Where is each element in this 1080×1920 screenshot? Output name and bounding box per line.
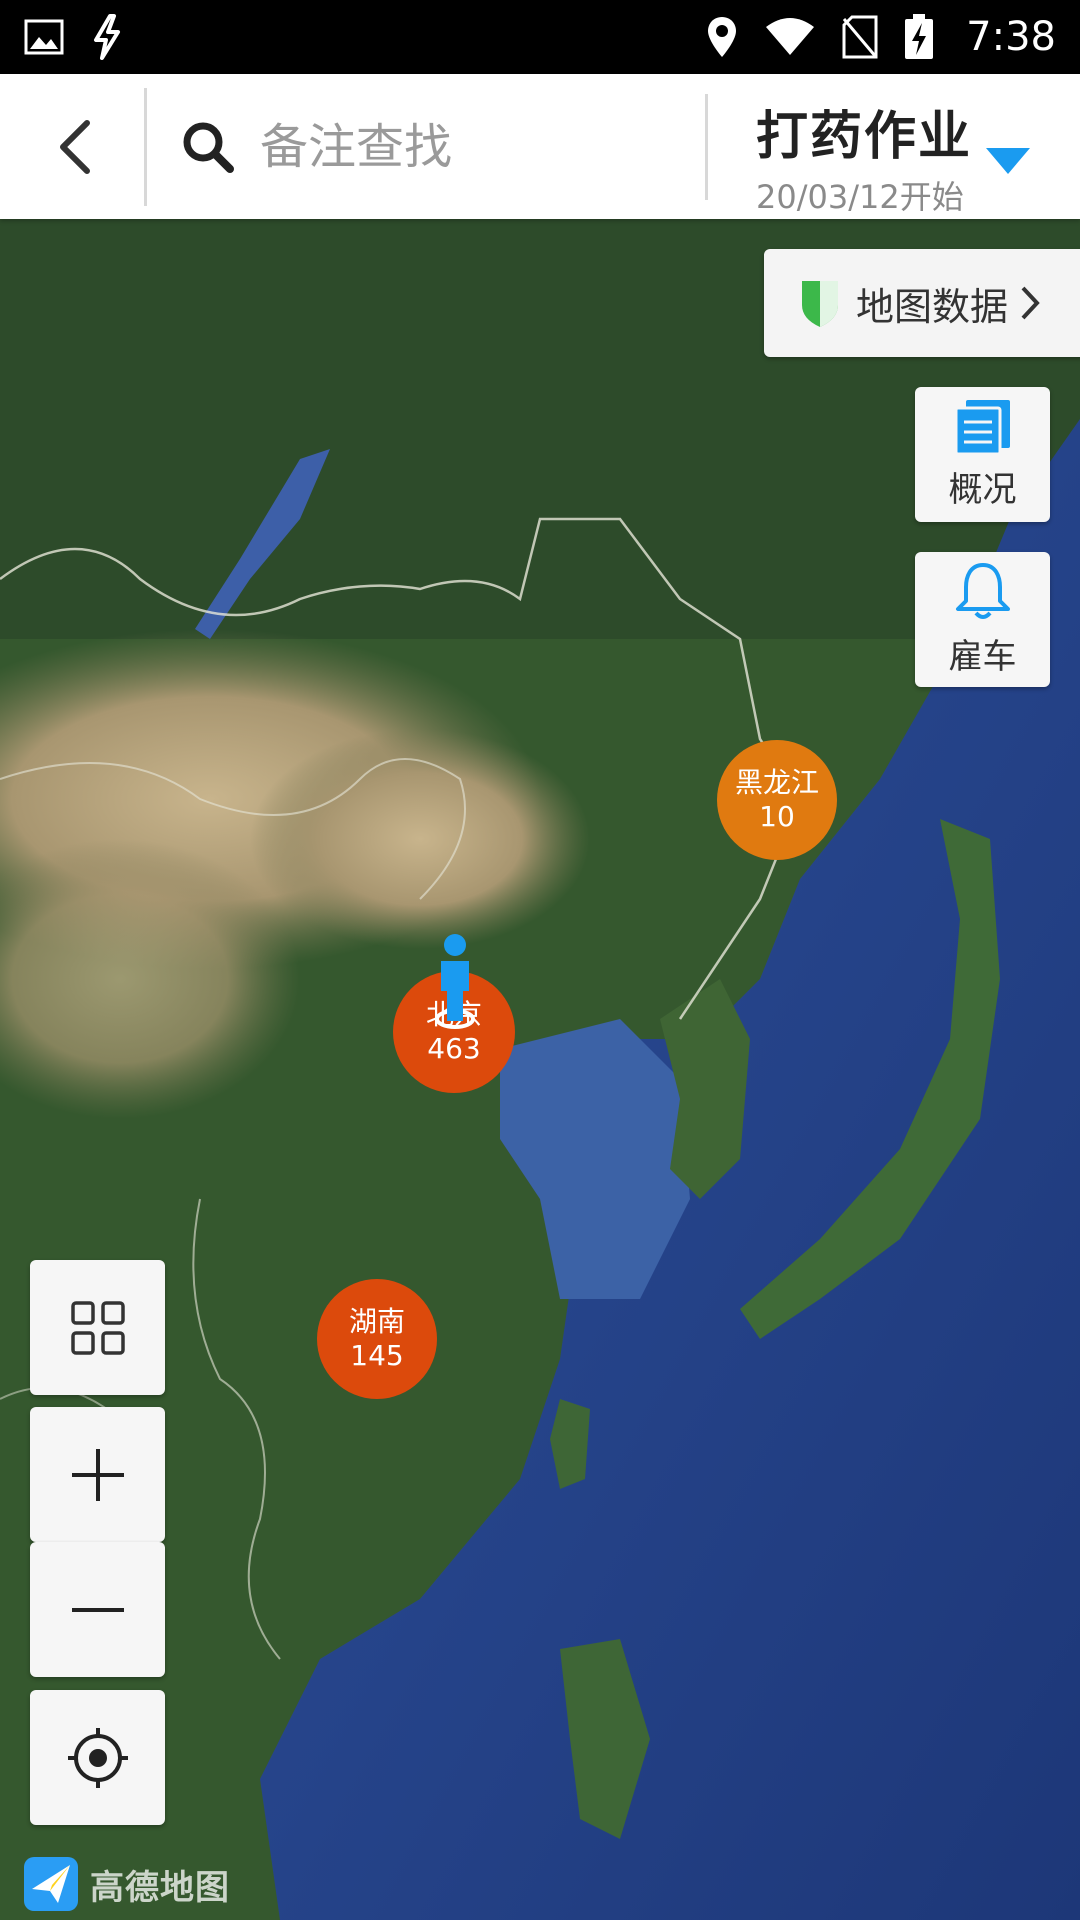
- location-icon: [706, 15, 738, 59]
- search-input[interactable]: [258, 118, 662, 176]
- shield-icon: [802, 281, 838, 327]
- zoom-in-icon: [71, 1448, 124, 1501]
- user-location-icon: [435, 934, 475, 1029]
- divider: [144, 88, 147, 206]
- document-icon: [954, 400, 1010, 456]
- wifi-icon: [764, 17, 816, 57]
- top-bar: 打药作业 20/03/12开始: [0, 74, 1080, 219]
- search-bar[interactable]: [180, 104, 680, 190]
- hire-vehicle-label: 雇车: [948, 637, 1017, 677]
- status-time: 7:38: [966, 14, 1056, 60]
- layers-grid-icon: [70, 1300, 125, 1355]
- bell-icon: [955, 563, 1010, 619]
- map-data-button[interactable]: 地图数据: [764, 249, 1080, 357]
- map-data-label: 地图数据: [856, 284, 1009, 329]
- amap-attribution: 高德地图: [22, 1855, 230, 1913]
- cluster-marker-heilongjiang[interactable]: 黑龙江 10: [717, 740, 837, 860]
- cluster-count: 463: [427, 1032, 481, 1065]
- zoom-out-button[interactable]: [30, 1542, 165, 1677]
- battery-charging-icon: [904, 14, 934, 60]
- locate-icon: [67, 1727, 128, 1788]
- zoom-in-button[interactable]: [30, 1407, 165, 1542]
- cluster-marker-hunan[interactable]: 湖南 145: [317, 1279, 437, 1399]
- search-icon: [183, 122, 234, 173]
- image-icon: [24, 19, 64, 55]
- chevron-left-icon: [60, 120, 90, 174]
- locate-button[interactable]: [30, 1690, 165, 1825]
- cluster-name: 黑龙江: [734, 766, 819, 799]
- status-bar: 7:38: [0, 0, 1080, 74]
- divider: [705, 94, 708, 200]
- zoom-out-icon: [71, 1607, 124, 1612]
- overview-button[interactable]: 概况: [915, 387, 1050, 522]
- amap-attribution-text: 高德地图: [90, 1867, 230, 1908]
- job-selector-dropdown[interactable]: 打药作业 20/03/12开始: [756, 86, 1056, 216]
- no-sim-icon: [842, 15, 878, 59]
- cluster-count: 145: [350, 1339, 404, 1372]
- cluster-count: 10: [759, 800, 795, 833]
- amap-logo-icon: [24, 1857, 78, 1911]
- hire-vehicle-button[interactable]: 雇车: [915, 552, 1050, 687]
- back-button[interactable]: [40, 116, 110, 178]
- job-start-date: 20/03/12开始: [756, 178, 964, 216]
- flash-icon: [90, 14, 124, 60]
- dropdown-caret-icon: [986, 148, 1030, 174]
- layers-button[interactable]: [30, 1260, 165, 1395]
- job-title: 打药作业: [756, 107, 973, 167]
- map-view[interactable]: 地图数据 概况 雇车 黑龙江 10 北京 463 湖南 145: [0, 219, 1080, 1920]
- overview-label: 概况: [948, 470, 1017, 510]
- chevron-right-icon: [1021, 286, 1040, 320]
- cluster-name: 湖南: [348, 1305, 405, 1338]
